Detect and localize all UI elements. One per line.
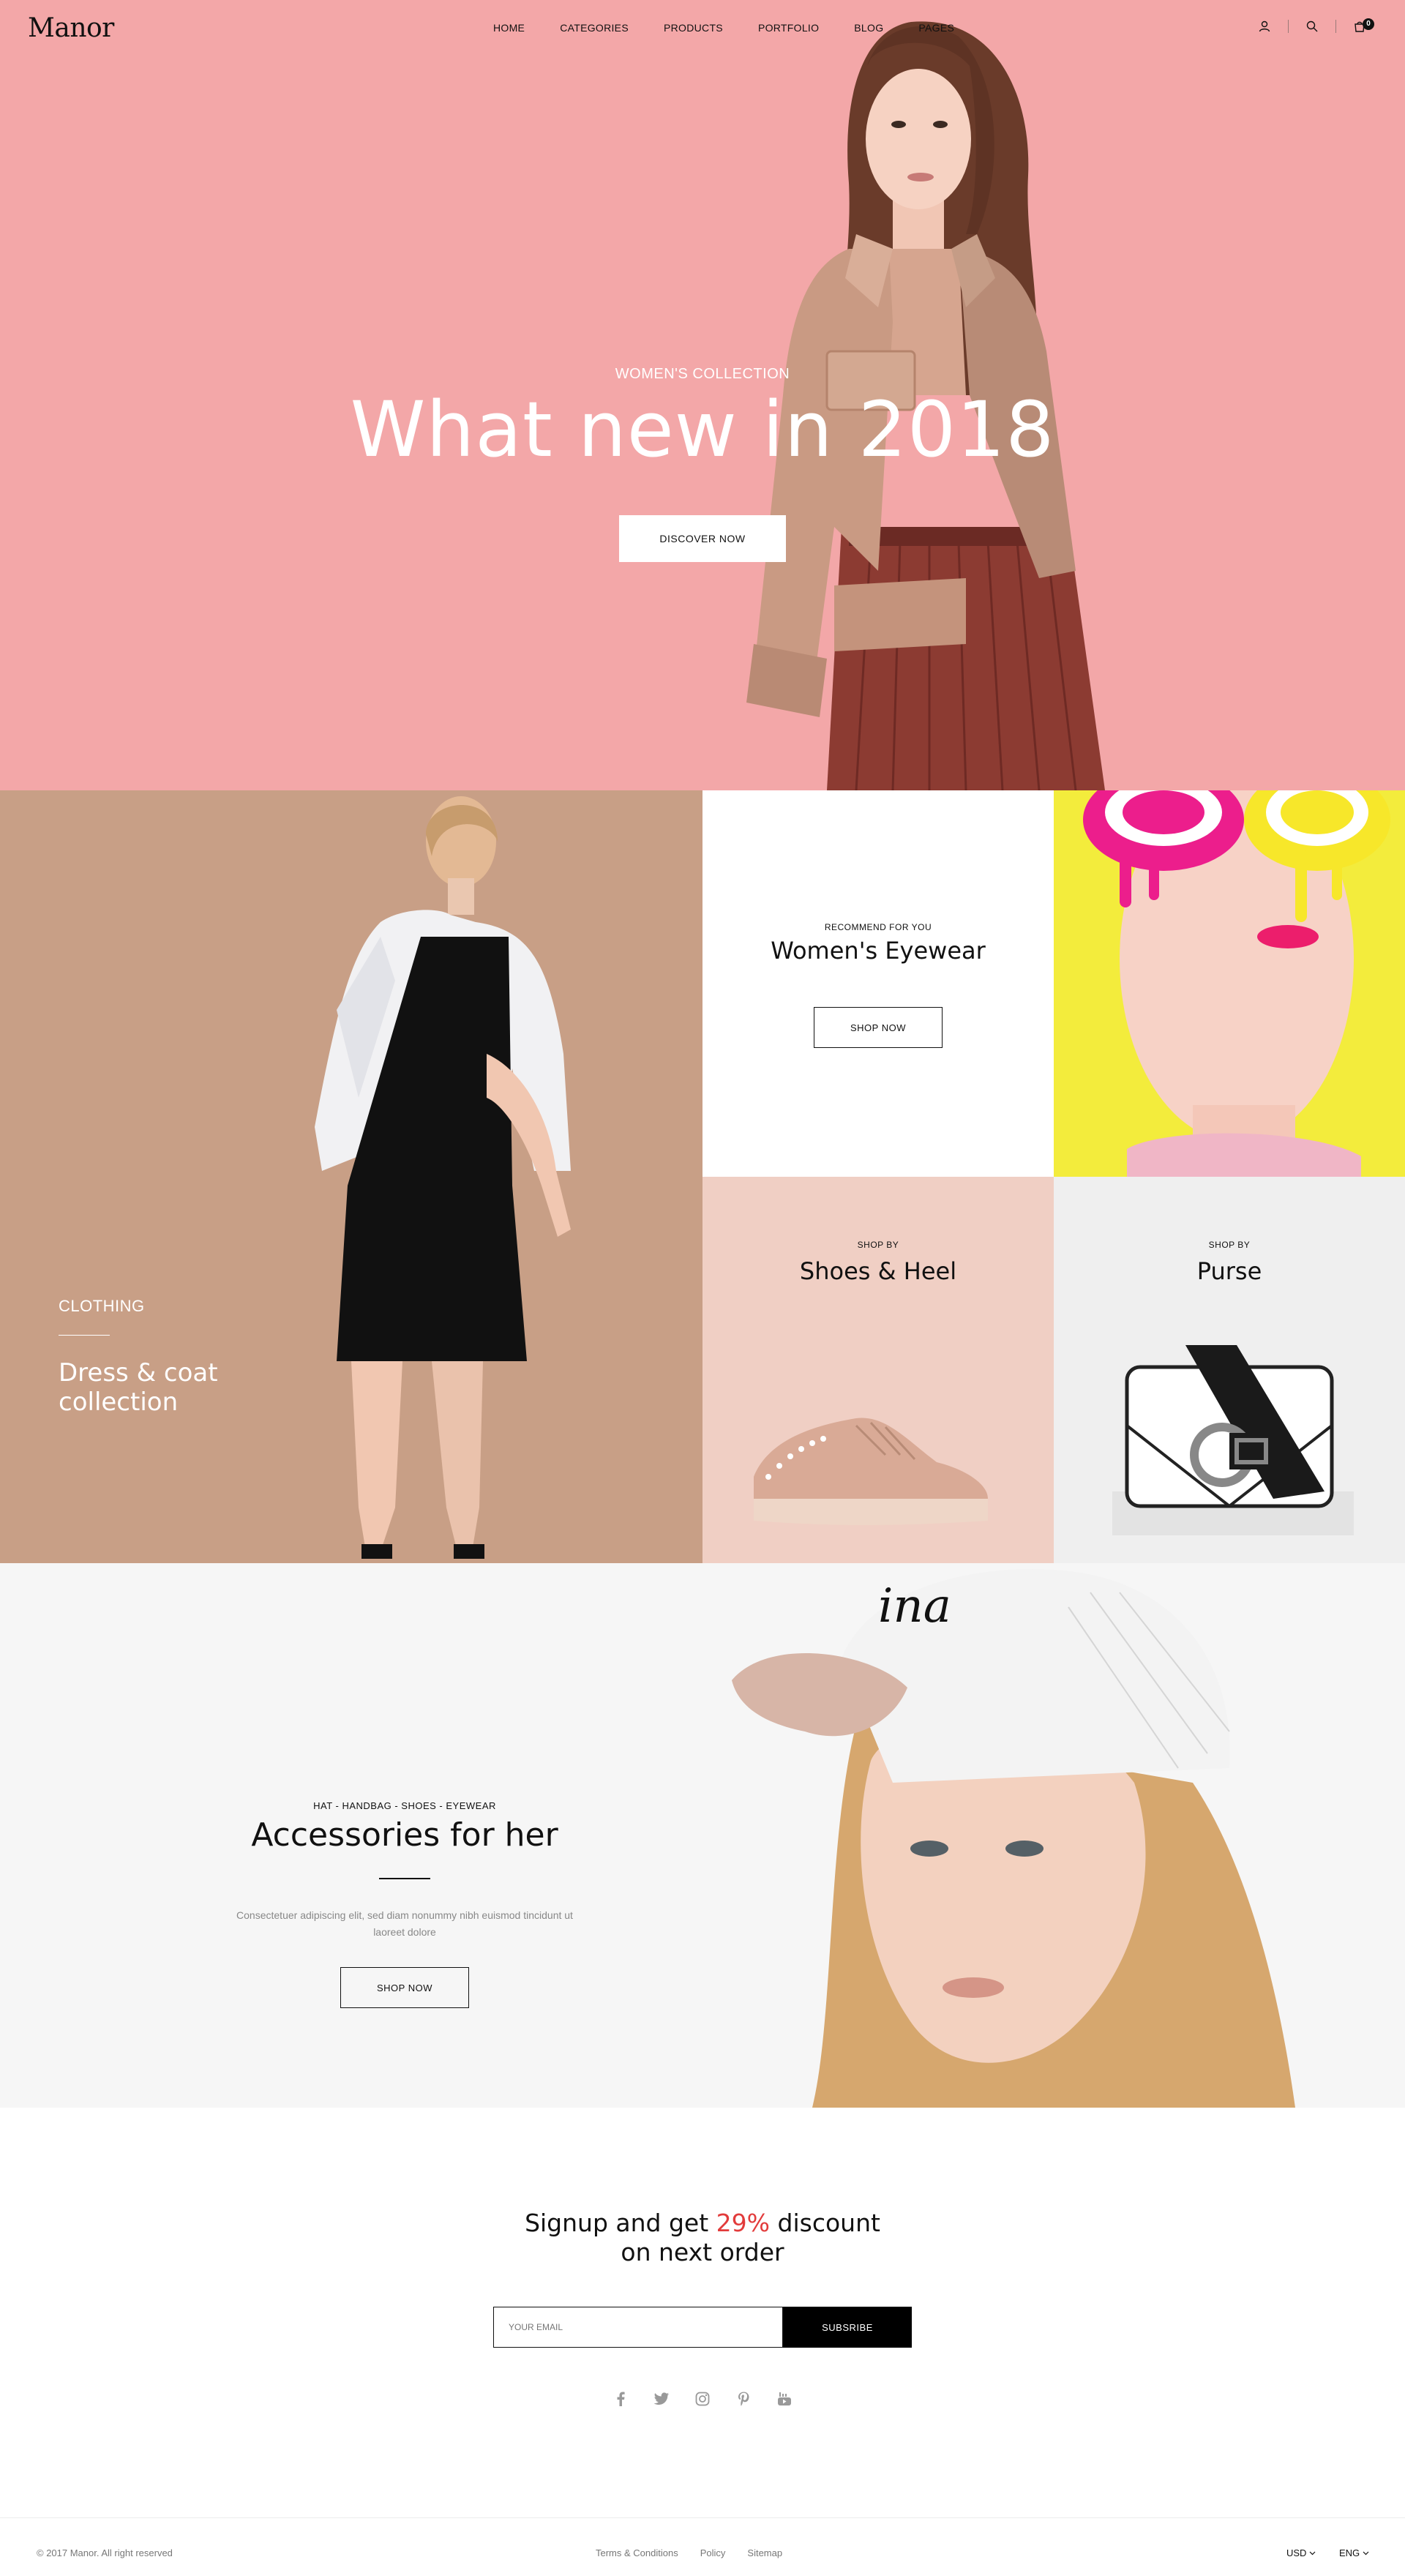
purse-image <box>1112 1345 1354 1535</box>
header-divider <box>1288 20 1289 33</box>
purse-title: Purse <box>1196 1257 1262 1285</box>
eyewear-title: Women's Eyewear <box>771 937 986 965</box>
shoes-subtitle: SHOP BY <box>857 1240 899 1250</box>
accessories-section: HAT - HANDBAG - SHOES - EYEWEAR Accessor… <box>0 1563 1405 2108</box>
footer-links: Terms & Conditions Policy Sitemap <box>596 2547 782 2558</box>
nav-categories[interactable]: CATEGORIES <box>560 22 629 34</box>
hero-title: What new in 2018 <box>350 385 1055 474</box>
cart-icon[interactable]: 0 <box>1351 18 1374 35</box>
accessories-subtitle: HAT - HANDBAG - SHOES - EYEWEAR <box>313 1800 496 1811</box>
subscribe-button[interactable]: SUBSRIBE <box>783 2307 912 2348</box>
discover-now-button[interactable]: DISCOVER NOW <box>619 515 786 562</box>
eyewear-shop-now-button[interactable]: SHOP NOW <box>814 1007 943 1048</box>
footer-link-policy[interactable]: Policy <box>700 2547 726 2558</box>
nav-pages[interactable]: PAGES <box>918 22 954 34</box>
email-field[interactable] <box>493 2307 783 2348</box>
site-header: Manor HOME CATEGORIES PRODUCTS PORTFOLIO… <box>0 0 1405 59</box>
language-selector[interactable]: ENG <box>1339 2547 1369 2558</box>
purse-subtitle: SHOP BY <box>1208 1240 1251 1250</box>
newsletter-title-pre: Signup and get <box>525 2209 716 2237</box>
site-footer: © 2017 Manor. All right reserved Terms &… <box>0 2517 1405 2576</box>
nav-portfolio[interactable]: PORTFOLIO <box>758 22 819 34</box>
clothing-tile[interactable]: CLOTHING Dress & coat collection <box>0 790 702 1563</box>
social-links <box>0 2390 1405 2408</box>
clothing-title: Dress & coat collection <box>59 1358 218 1417</box>
footer-link-terms[interactable]: Terms & Conditions <box>596 2547 678 2558</box>
newsletter-section: Signup and get 29% discount on next orde… <box>0 2108 1405 2517</box>
logo[interactable]: Manor <box>28 13 114 43</box>
copyright-text: © 2017 Manor. All right reserved <box>37 2547 173 2558</box>
header-divider <box>1335 20 1336 33</box>
newsletter-title: Signup and get 29% discount on next orde… <box>0 2209 1405 2267</box>
currency-selector[interactable]: USD <box>1286 2547 1316 2558</box>
cart-count-badge: 0 <box>1363 18 1374 30</box>
clothing-label: CLOTHING <box>59 1297 145 1315</box>
eyewear-image-tile[interactable] <box>1054 790 1405 1177</box>
eyewear-promo-tile: RECOMMEND FOR YOU Women's Eyewear SHOP N… <box>702 790 1054 1177</box>
youtube-icon[interactable] <box>776 2390 793 2408</box>
accessories-shop-now-button[interactable]: SHOP NOW <box>340 1967 469 2008</box>
pinterest-icon[interactable] <box>735 2390 752 2408</box>
language-value: ENG <box>1339 2547 1360 2558</box>
nav-home[interactable]: HOME <box>493 22 525 34</box>
newsletter-title-line2: on next order <box>621 2238 784 2266</box>
newsletter-title-post: discount <box>770 2209 880 2237</box>
eyewear-model-image <box>1083 790 1390 1177</box>
shoes-tile[interactable]: SHOP BY Shoes & Heel <box>702 1177 1054 1563</box>
chevron-down-icon <box>1310 2551 1316 2555</box>
accessories-divider <box>379 1878 430 1879</box>
eyewear-subtitle: RECOMMEND FOR YOU <box>824 922 932 932</box>
nav-blog[interactable]: BLOG <box>854 22 883 34</box>
newsletter-form: SUBSRIBE <box>493 2307 912 2348</box>
hero-section: WOMEN'S COLLECTION What new in 2018 DISC… <box>0 0 1405 790</box>
main-nav: HOME CATEGORIES PRODUCTS PORTFOLIO BLOG … <box>493 22 989 34</box>
instagram-icon[interactable] <box>694 2390 711 2408</box>
header-actions: 0 <box>1256 18 1374 35</box>
nav-products[interactable]: PRODUCTS <box>664 22 723 34</box>
search-icon[interactable] <box>1303 18 1321 35</box>
sneaker-image <box>754 1418 988 1525</box>
hero-subtitle: WOMEN'S COLLECTION <box>615 366 790 382</box>
discount-highlight: 29% <box>716 2209 771 2237</box>
category-grid: CLOTHING Dress & coat collection RECOMME… <box>0 790 1405 1563</box>
chevron-down-icon <box>1363 2551 1369 2555</box>
accessories-title: Accessories for her <box>251 1816 558 1854</box>
footer-link-sitemap[interactable]: Sitemap <box>747 2547 782 2558</box>
shoes-title: Shoes & Heel <box>799 1257 957 1285</box>
currency-value: USD <box>1286 2547 1307 2558</box>
cap-logo-text: ina <box>878 1579 951 1633</box>
clothing-divider <box>59 1335 110 1336</box>
facebook-icon[interactable] <box>612 2390 629 2408</box>
twitter-icon[interactable] <box>653 2390 670 2408</box>
accessories-model-image: ina <box>732 1569 1295 2108</box>
purse-tile[interactable]: SHOP BY Purse <box>1054 1177 1405 1563</box>
user-icon[interactable] <box>1256 18 1273 35</box>
clothing-model-image <box>315 796 571 1559</box>
accessories-description: Consectetuer adipiscing elit, sed diam n… <box>236 1909 573 1938</box>
